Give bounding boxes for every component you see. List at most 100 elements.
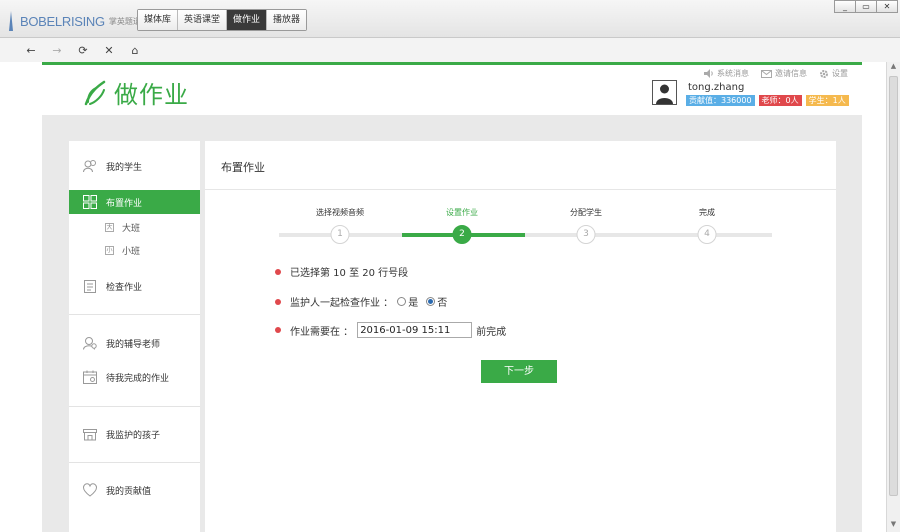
maximize-button[interactable]: ▭ <box>855 0 877 13</box>
close-button[interactable]: ✕ <box>876 0 898 13</box>
tower-icon <box>9 11 13 31</box>
user-badges: 贡献值：336000 老师：0人 学生：1人 <box>686 95 849 106</box>
avatar[interactable] <box>652 80 677 105</box>
sidebar-subitem-big-class[interactable]: 大 大班 <box>105 221 140 234</box>
tab-english-class[interactable]: 英语课堂 <box>178 10 228 30</box>
selection-summary-text: 已选择第 10 至 20 行号段 <box>290 268 409 279</box>
bullet-icon <box>275 268 281 275</box>
sidebar-item-label: 我监护的孩子 <box>106 430 161 441</box>
guardian-yes-radio[interactable] <box>397 297 407 306</box>
store-icon <box>83 429 97 441</box>
main-nav: 媒体库 英语课堂 做作业 播放器 <box>137 9 308 31</box>
user-avatar-icon <box>656 84 673 104</box>
teacher-icon <box>83 337 97 350</box>
brand-name: BOBELRISING <box>20 13 105 29</box>
deadline-input[interactable] <box>357 322 473 338</box>
sidebar-divider <box>69 406 200 407</box>
browser-toolbar: ← → ⟳ ✕ ⌂ <box>0 38 900 62</box>
system-messages-label: 系统消息 <box>717 69 749 78</box>
tab-media-library[interactable]: 媒体库 <box>138 10 179 30</box>
bullet-icon <box>275 298 281 305</box>
students-badge: 学生：1人 <box>805 95 849 106</box>
teachers-badge: 老师：0人 <box>758 95 802 106</box>
invite-link[interactable]: 邀请信息 <box>761 68 807 79</box>
page-title: 做作业 <box>114 81 189 109</box>
window-controls: _ ▭ ✕ <box>834 0 898 13</box>
step-circle-3: 3 <box>576 225 596 244</box>
sidebar-subitem-label: 大班 <box>122 224 141 234</box>
main-panel: 布置作业 选择视频音频 设置作业 分配学生 完成 1 2 3 4 已选择第 10… <box>205 141 836 532</box>
step-circle-2: 2 <box>452 225 472 244</box>
guardian-no-label[interactable]: 否 <box>437 294 447 309</box>
invite-label: 邀请信息 <box>775 69 807 78</box>
system-messages-link[interactable]: 系统消息 <box>704 68 749 79</box>
back-icon[interactable]: ← <box>18 44 44 57</box>
sidebar-item-guarded-children[interactable]: 我监护的孩子 <box>69 422 200 446</box>
sidebar-item-assign-homework[interactable]: 布置作业 <box>69 190 200 214</box>
section-divider <box>205 189 836 190</box>
deadline-label: 作业需要在 ： <box>290 326 354 338</box>
speaker-icon <box>704 69 713 78</box>
page-logo: 做作业 <box>84 75 189 110</box>
home-icon[interactable]: ⌂ <box>122 44 148 57</box>
sidebar-item-label: 待我完成的作业 <box>106 373 170 384</box>
page-header: 做作业 系统消息 邀请信息 设置 tong.zhang 贡献值：336000 老… <box>42 65 862 115</box>
sidebar-item-check-homework[interactable]: 检查作业 <box>69 274 200 298</box>
selection-summary-row: 已选择第 10 至 20 行号段 <box>275 264 408 279</box>
step-label-set-homework: 设置作业 <box>446 208 478 217</box>
calendar-icon <box>83 370 97 384</box>
next-step-button[interactable]: 下一步 <box>481 360 557 383</box>
forward-icon[interactable]: → <box>44 44 70 57</box>
scroll-down-icon[interactable]: ▼ <box>887 520 900 532</box>
sidebar-subitem-label: 小班 <box>122 247 141 257</box>
step-circle-4: 4 <box>697 225 717 244</box>
sidebar-item-my-contribution[interactable]: 我的贡献值 <box>69 478 200 502</box>
sidebar-item-my-tutors[interactable]: 我的辅导老师 <box>69 331 200 355</box>
sidebar-divider <box>69 314 200 315</box>
username: tong.zhang <box>688 82 745 93</box>
deadline-row: 作业需要在 ： 前完成 <box>275 322 506 338</box>
settings-label: 设置 <box>832 69 848 78</box>
sidebar-item-my-students[interactable]: 我的学生 <box>69 154 200 178</box>
sidebar-item-label: 我的贡献值 <box>106 486 152 497</box>
deadline-suffix: 前完成 <box>476 326 507 338</box>
sidebar: 我的学生 布置作业 大 大班 小 小班 检查作业 我的辅导老师 待我完成的作业 … <box>69 141 200 532</box>
tab-homework[interactable]: 做作业 <box>227 10 268 30</box>
stop-icon[interactable]: ✕ <box>96 44 122 57</box>
scroll-thumb[interactable] <box>889 76 898 496</box>
clipboard-icon <box>84 280 96 293</box>
header-links: 系统消息 邀请信息 设置 <box>704 68 848 79</box>
step-label-select-media: 选择视频音频 <box>316 208 364 217</box>
sidebar-subitem-small-class[interactable]: 小 小班 <box>105 244 140 257</box>
step-label-done: 完成 <box>699 208 715 217</box>
tab-player[interactable]: 播放器 <box>267 10 307 30</box>
minimize-button[interactable]: _ <box>834 0 856 13</box>
class-box-icon: 大 <box>105 223 114 232</box>
users-icon <box>83 160 96 173</box>
settings-link[interactable]: 设置 <box>819 68 848 79</box>
contribution-badge: 贡献值：336000 <box>686 95 755 106</box>
sidebar-item-pending-homework[interactable]: 待我完成的作业 <box>69 365 200 389</box>
bullet-icon <box>275 327 281 333</box>
grid-icon <box>83 195 97 209</box>
guardian-check-label: 监护人一起检查作业 ： <box>290 298 394 309</box>
guardian-check-row: 监护人一起检查作业 ： 是 否 <box>275 294 447 309</box>
gear-icon <box>820 69 828 78</box>
step-label-assign-students: 分配学生 <box>570 208 602 217</box>
heart-icon <box>83 483 97 497</box>
title-bar: BOBELRISING 掌英题道 · 拼模 媒体库 英语课堂 做作业 播放器 _… <box>0 0 900 38</box>
guardian-yes-label[interactable]: 是 <box>408 294 418 309</box>
sidebar-item-label: 我的辅导老师 <box>106 339 161 350</box>
sidebar-item-label: 检查作业 <box>106 282 143 293</box>
leaf-icon <box>84 80 106 105</box>
step-circle-1: 1 <box>330 225 350 244</box>
guardian-no-radio[interactable] <box>426 297 436 306</box>
section-title: 布置作业 <box>221 161 265 174</box>
refresh-icon[interactable]: ⟳ <box>70 44 96 57</box>
sidebar-item-label: 我的学生 <box>106 162 143 173</box>
vertical-scrollbar[interactable]: ▲ ▼ <box>886 62 900 532</box>
sidebar-divider <box>69 462 200 463</box>
scroll-up-icon[interactable]: ▲ <box>887 62 900 74</box>
mail-icon <box>761 69 772 78</box>
class-box-icon: 小 <box>105 246 114 255</box>
